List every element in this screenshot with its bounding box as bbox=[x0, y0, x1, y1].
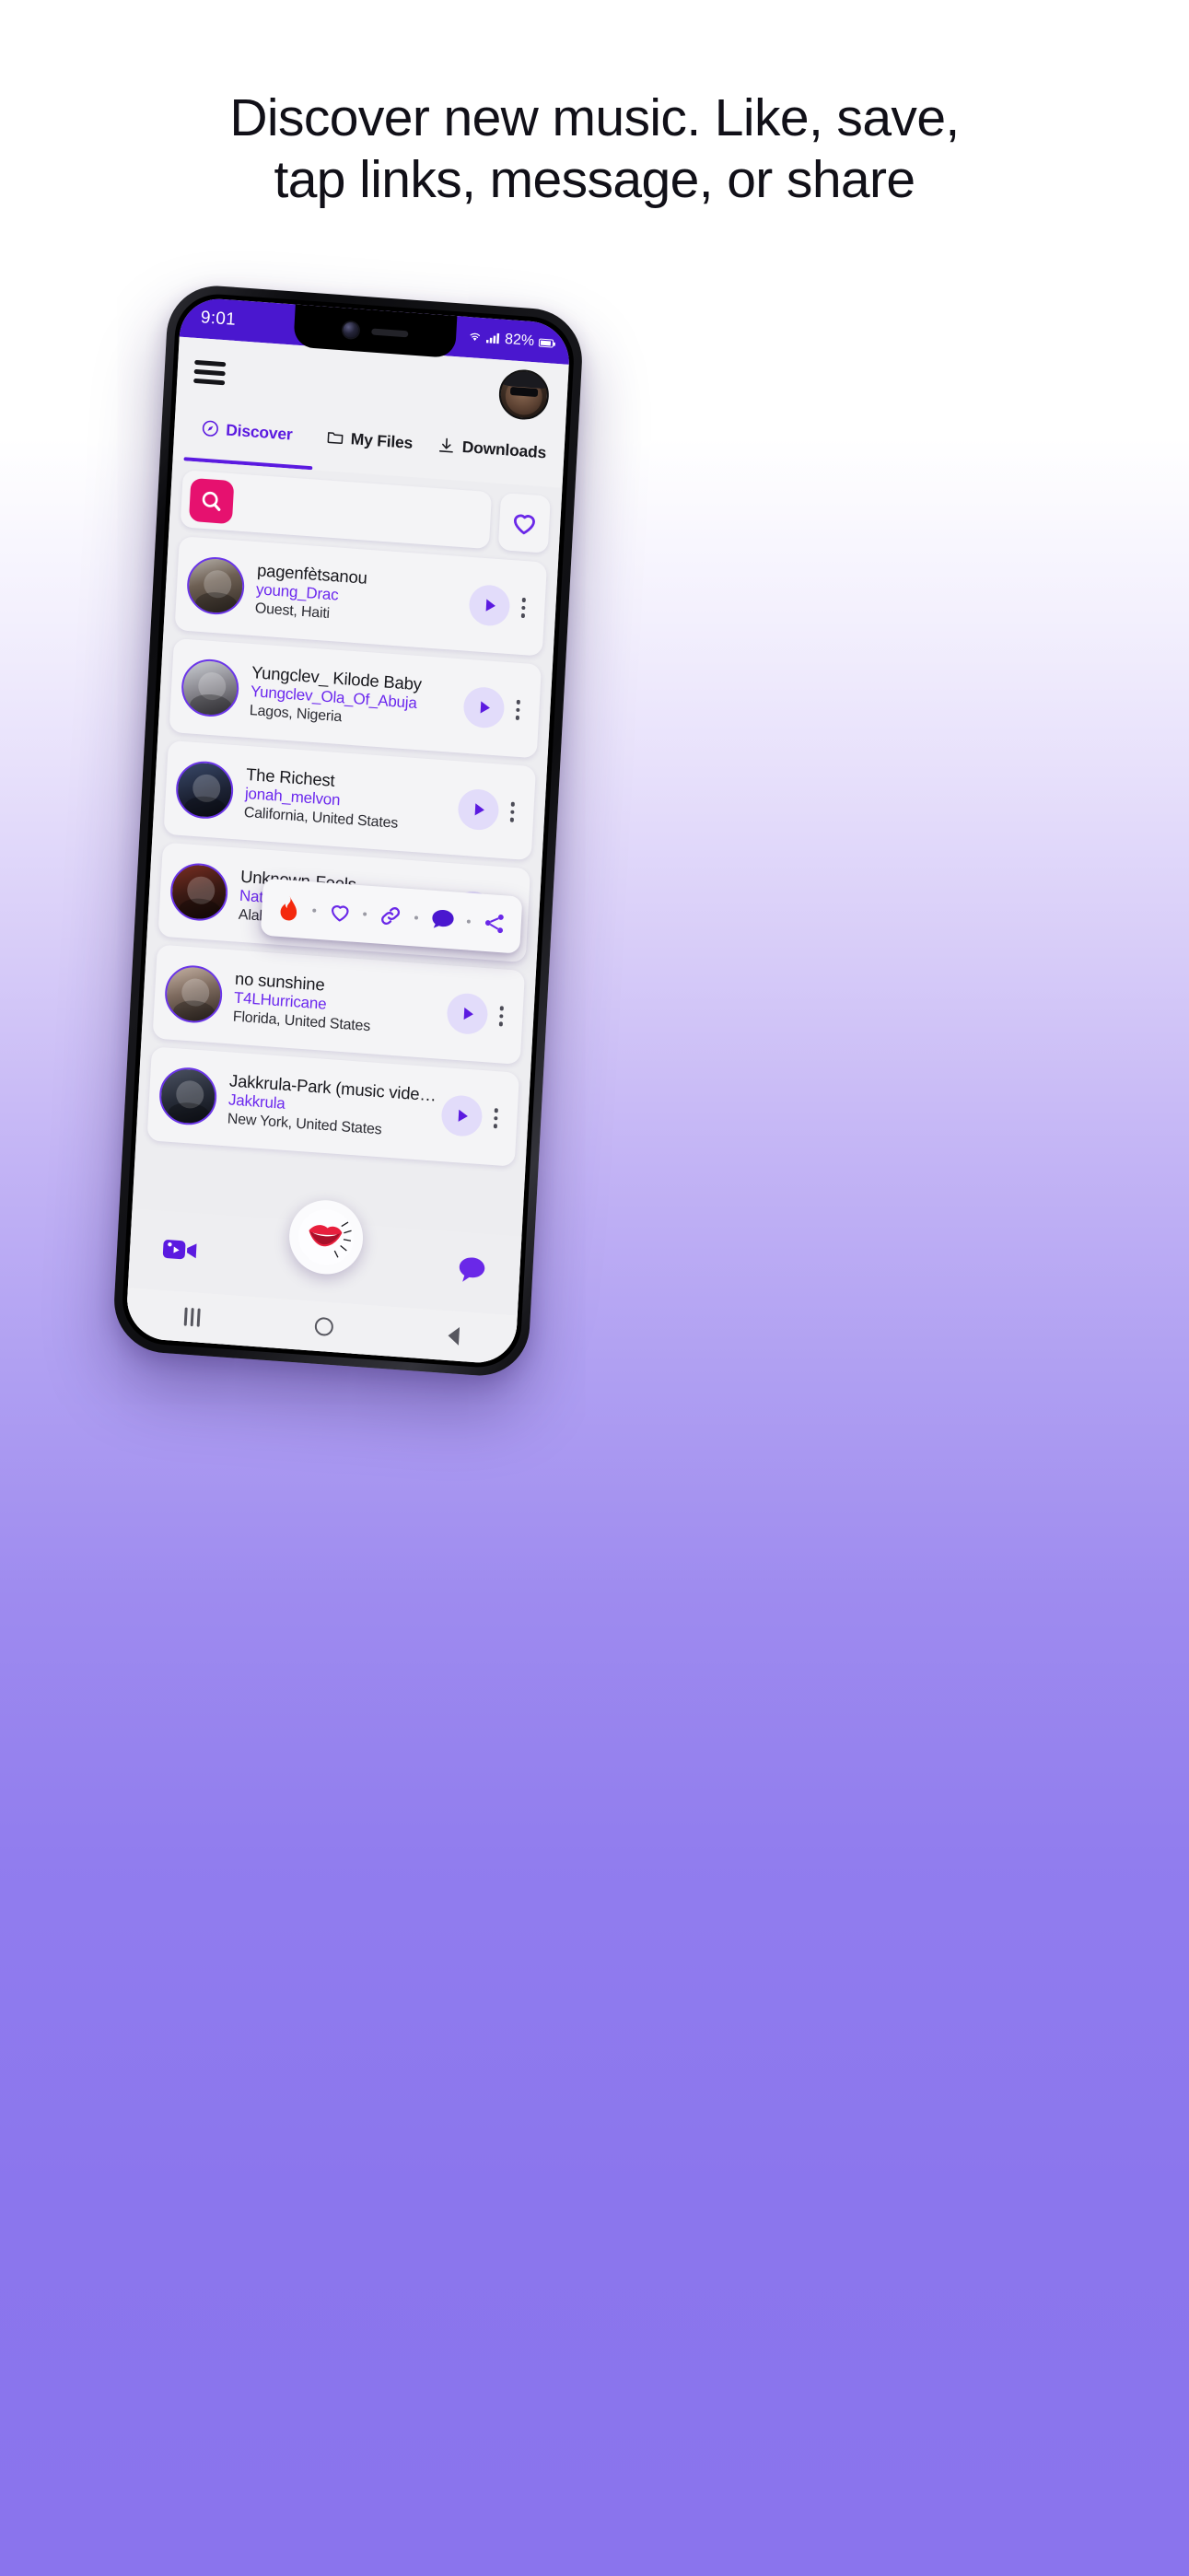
song-meta: pagenfètsanou young_Drac Ouest, Haiti bbox=[242, 559, 471, 633]
separator-dot bbox=[363, 912, 367, 916]
separator-dot bbox=[414, 915, 418, 920]
tab-my-files-label: My Files bbox=[350, 428, 414, 452]
tab-discover-label: Discover bbox=[225, 419, 294, 444]
folder-icon bbox=[325, 427, 344, 447]
like-flame-icon[interactable] bbox=[276, 894, 302, 924]
headline-line-1: Discover new music. Like, save, bbox=[229, 88, 960, 147]
cellular-signal-icon bbox=[485, 332, 501, 346]
list-item[interactable]: Yungclev_ Kilode Baby Yungclev_Ola_Of_Abu… bbox=[169, 637, 542, 759]
list-item[interactable]: Jakkrula-Park (music vide… Jakkrula New Yo… bbox=[146, 1046, 520, 1167]
kebab-menu-icon[interactable] bbox=[487, 1006, 516, 1028]
comment-icon[interactable] bbox=[429, 907, 456, 933]
tab-downloads-label: Downloads bbox=[461, 437, 547, 461]
wifi-icon bbox=[468, 331, 483, 345]
song-avatar bbox=[174, 759, 235, 821]
back-icon[interactable] bbox=[447, 1326, 460, 1346]
phone-body: 9:01 82% Discover My Files Downloads pag… bbox=[111, 282, 585, 1380]
search-bar[interactable] bbox=[180, 470, 493, 550]
list-item[interactable]: pagenfètsanou young_Drac Ouest, Haiti bbox=[174, 536, 548, 657]
favorites-button[interactable] bbox=[497, 492, 551, 554]
front-camera bbox=[342, 321, 359, 338]
play-icon[interactable] bbox=[462, 685, 506, 729]
list-item[interactable]: no sunshine T4LHurricane Florida, United S… bbox=[152, 944, 526, 1065]
song-avatar bbox=[180, 657, 240, 719]
song-avatar bbox=[163, 963, 224, 1025]
list-item[interactable]: The Richest jonah_melvon California, Unite… bbox=[163, 740, 537, 861]
separator-dot bbox=[311, 908, 317, 913]
share-icon[interactable] bbox=[482, 911, 507, 937]
search-input[interactable] bbox=[232, 494, 483, 529]
video-camera-icon[interactable] bbox=[160, 1232, 201, 1271]
kebab-menu-icon[interactable] bbox=[482, 1107, 510, 1129]
headline-line-2: tap links, message, or share bbox=[274, 150, 915, 210]
home-icon[interactable] bbox=[313, 1316, 333, 1337]
download-arrow-icon bbox=[437, 436, 456, 455]
link-icon[interactable] bbox=[378, 903, 402, 929]
battery-percent: 82% bbox=[504, 331, 535, 350]
kebab-menu-icon[interactable] bbox=[504, 699, 532, 721]
avatar[interactable] bbox=[497, 367, 551, 422]
song-meta: no sunshine T4LHurricane Florida, United S… bbox=[220, 968, 449, 1042]
kebab-menu-icon[interactable] bbox=[509, 597, 538, 619]
play-icon[interactable] bbox=[440, 1094, 484, 1138]
kebab-menu-icon[interactable] bbox=[498, 801, 527, 823]
hamburger-menu-icon[interactable] bbox=[193, 359, 227, 385]
song-meta: Yungclev_ Kilode Baby Yungclev_Ola_Of_Abu… bbox=[237, 661, 465, 735]
phone-screen: 9:01 82% Discover My Files Downloads pag… bbox=[124, 296, 572, 1366]
play-icon[interactable] bbox=[468, 583, 511, 627]
song-avatar bbox=[157, 1066, 218, 1127]
chat-bubble-icon[interactable] bbox=[454, 1253, 489, 1293]
compass-icon bbox=[201, 419, 220, 438]
status-indicators: 82% bbox=[468, 329, 554, 352]
play-icon[interactable] bbox=[446, 992, 489, 1036]
battery-icon bbox=[538, 338, 554, 348]
song-avatar bbox=[185, 554, 246, 617]
tab-downloads[interactable]: Downloads bbox=[428, 421, 554, 486]
earpiece-speaker bbox=[370, 327, 408, 337]
lips-sticker-icon[interactable] bbox=[287, 1197, 366, 1277]
song-list: pagenfètsanou young_Drac Ouest, Haiti Yungc… bbox=[146, 536, 548, 1167]
phone-bezel: 9:01 82% Discover My Files Downloads pag… bbox=[120, 291, 577, 1370]
separator-dot bbox=[467, 919, 472, 924]
song-meta: Jakkrula-Park (music vide… Jakkrula New Yo… bbox=[215, 1069, 443, 1143]
heart-save-icon[interactable] bbox=[327, 900, 352, 926]
status-clock: 9:01 bbox=[200, 308, 237, 330]
recents-icon[interactable] bbox=[183, 1307, 201, 1327]
song-meta: The Richest jonah_melvon California, Unite… bbox=[231, 763, 460, 837]
tab-my-files[interactable]: My Files bbox=[306, 413, 431, 478]
page-title: Discover new music. Like, save, tap link… bbox=[0, 87, 1189, 212]
song-avatar bbox=[169, 861, 229, 923]
heart-icon bbox=[513, 514, 535, 535]
phone-mockup: 9:01 82% Discover My Files Downloads pag… bbox=[111, 282, 585, 1380]
play-icon[interactable] bbox=[457, 787, 500, 832]
search-icon[interactable] bbox=[188, 477, 235, 524]
